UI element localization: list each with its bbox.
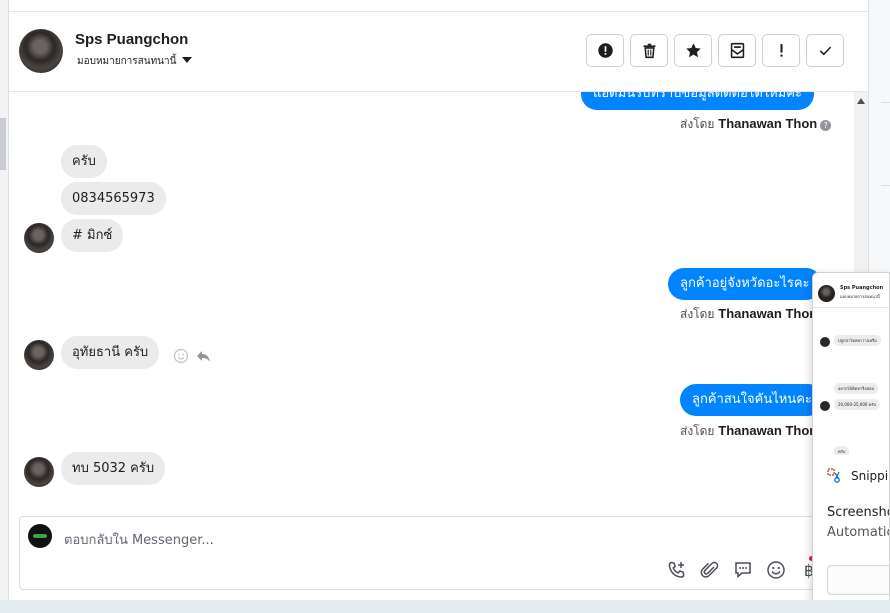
- message-outgoing[interactable]: แอดมินรับทราบข้อมูลติดต่อได้ใหม่คะ: [581, 92, 814, 110]
- emoji-button[interactable]: [765, 559, 787, 581]
- exclamation-icon: [779, 44, 783, 57]
- page-avatar: [28, 524, 52, 548]
- thumb-bubble: 20,000-25,000 ครับ: [834, 399, 881, 410]
- conversation-panel: Sps Puangchon มอบหมายการสนทนานี้ แอดมินร…: [9, 0, 868, 600]
- reply-input[interactable]: [64, 531, 644, 549]
- sent-by-label: ส่งโดย Thanawan Thon?: [680, 115, 832, 134]
- message-outgoing[interactable]: ลูกค้าสนใจคันไหนคะ: [680, 384, 824, 416]
- phone-plus-icon: [668, 561, 685, 578]
- thumb-avatar: [820, 337, 830, 347]
- archive-mail-icon: [730, 42, 744, 59]
- smiley-icon[interactable]: [173, 348, 189, 364]
- sender-avatar[interactable]: [24, 340, 54, 370]
- sent-by-prefix: ส่งโดย: [680, 307, 715, 321]
- reply-composer: ฿: [19, 516, 824, 590]
- notification-description: Automatically saved: [827, 525, 889, 540]
- snipping-tool-notification[interactable]: Sps Puangchon มอบหมายการสนทนานี้ ปลูกป่า…: [812, 272, 890, 608]
- message-incoming[interactable]: ครับ: [61, 145, 107, 178]
- thumb-avatar: [818, 285, 835, 302]
- paperclip-icon: [700, 561, 719, 578]
- checkmark-icon: [819, 46, 831, 56]
- notification-action-button[interactable]: [827, 565, 889, 595]
- conversation-header: Sps Puangchon มอบหมายการสนทนานี้: [9, 12, 868, 92]
- thumb-avatar: [820, 401, 830, 411]
- agent-name: Thanawan Thon: [718, 306, 818, 321]
- left-window-edge: [0, 0, 9, 600]
- thumb-subtitle: มอบหมายการสนทนานี้: [840, 294, 880, 299]
- message-actions: [173, 348, 211, 364]
- move-to-done-button[interactable]: [718, 34, 756, 67]
- assign-conversation-dropdown[interactable]: มอบหมายการสนทนานี้: [77, 54, 193, 69]
- sent-by-prefix: ส่งโดย: [680, 117, 715, 131]
- screenshot-thumbnail[interactable]: Sps Puangchon มอบหมายการสนทนานี้ ปลูกป่า…: [813, 273, 889, 455]
- message-incoming[interactable]: อุทัยธานี ครับ: [61, 336, 160, 369]
- divider: [881, 185, 890, 186]
- avatar[interactable]: [19, 29, 63, 73]
- thumb-divider: [813, 307, 889, 308]
- attach-button[interactable]: [699, 559, 721, 581]
- star-icon: [685, 43, 701, 58]
- sender-avatar[interactable]: [24, 223, 54, 253]
- reply-icon[interactable]: [195, 348, 211, 364]
- help-icon[interactable]: ?: [820, 120, 832, 131]
- thumb-bubble: อยากได้คิดหารือสอบ: [834, 383, 879, 394]
- divider: [881, 102, 890, 103]
- composer-tools: ฿: [666, 559, 820, 581]
- mark-important-button[interactable]: [762, 34, 800, 67]
- snipping-tool-header: Snipping Tool: [827, 468, 889, 484]
- trash-icon: [643, 43, 655, 59]
- sent-by-prefix: ส่งโดย: [680, 424, 715, 438]
- message-incoming[interactable]: 0834565973: [61, 182, 166, 215]
- header-toolbar: [586, 34, 844, 67]
- message-outgoing[interactable]: ลูกค้าอยู่จังหวัดอะไรคะ: [668, 268, 822, 300]
- sent-by-label: ส่งโดย Thanawan Thon: [680, 422, 817, 441]
- chat-bubble-icon: [735, 562, 751, 579]
- message-list[interactable]: แอดมินรับทราบข้อมูลติดต่อได้ใหม่คะ ส่งโด…: [9, 92, 854, 500]
- contact-name[interactable]: Sps Puangchon: [75, 31, 188, 48]
- taskbar-edge: [0, 600, 890, 613]
- thumb-name: Sps Puangchon: [840, 285, 884, 291]
- star-button[interactable]: [674, 34, 712, 67]
- left-scrollbar-thumb[interactable]: [0, 118, 6, 170]
- scissors-icon: [827, 468, 840, 483]
- message-incoming[interactable]: ทบ 5032 ครับ: [61, 452, 166, 485]
- sent-by-label: ส่งโดย Thanawan Thon: [680, 305, 817, 324]
- scroll-up-arrow-icon[interactable]: [857, 98, 865, 104]
- sender-avatar[interactable]: [24, 457, 54, 487]
- assign-label: มอบหมายการสนทนานี้: [77, 56, 177, 67]
- smiley-icon: [767, 561, 785, 579]
- message-incoming[interactable]: # มิกซ์: [61, 219, 124, 252]
- mark-spam-button[interactable]: [586, 34, 624, 67]
- snipping-tool-app-name: Snipping Tool: [851, 469, 889, 483]
- call-button[interactable]: [666, 559, 688, 581]
- thumb-bubble: ครับ: [834, 446, 850, 455]
- alert-circle-icon: [597, 43, 613, 58]
- agent-name: Thanawan Thon: [718, 423, 818, 438]
- mark-done-button[interactable]: [806, 34, 844, 67]
- thumb-bubble: ปลูกป่าไทลพาวานหรือ: [834, 335, 881, 346]
- saved-replies-button[interactable]: [732, 559, 754, 581]
- caret-down-icon: [182, 57, 193, 63]
- agent-name: Thanawan Thon: [718, 116, 818, 131]
- notification-title: Screenshot copied: [827, 505, 889, 520]
- delete-button[interactable]: [630, 34, 668, 67]
